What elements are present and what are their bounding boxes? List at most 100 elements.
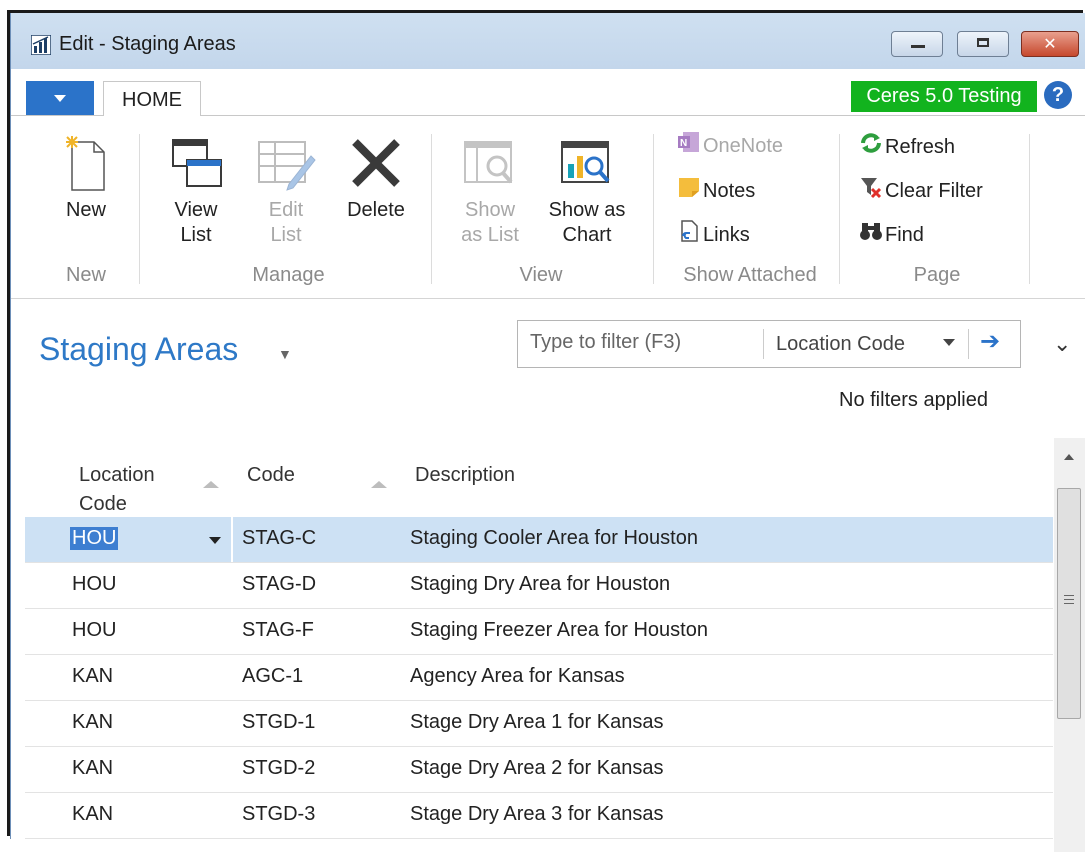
new-document-icon: [66, 136, 105, 191]
page-title[interactable]: Staging Areas: [39, 331, 238, 368]
tab-home-label: HOME: [122, 89, 182, 111]
cell-description[interactable]: Staging Cooler Area for Houston: [410, 527, 698, 550]
edit-list-label-line2: List: [270, 224, 302, 246]
clear-filter-button[interactable]: Clear Filter: [857, 175, 983, 205]
close-icon: ✕: [1043, 36, 1057, 53]
refresh-label: Refresh: [885, 135, 956, 158]
new-button[interactable]: New: [41, 134, 131, 223]
cell-code[interactable]: STGD-2: [242, 757, 315, 780]
cell-description[interactable]: Stage Dry Area 2 for Kansas: [410, 757, 663, 780]
onenote-label: OneNote: [703, 135, 784, 157]
links-label: Links: [703, 223, 750, 246]
table-row[interactable]: HOU STAG-F Staging Freezer Area for Hous…: [25, 609, 1053, 655]
table-row[interactable]: HOU STAG-C Staging Cooler Area for Houst…: [25, 517, 1053, 563]
delete-x-icon: [352, 139, 400, 187]
cell-code[interactable]: STGD-1: [242, 711, 315, 734]
show-as-list-button[interactable]: Show as List: [446, 134, 534, 248]
new-label: New: [65, 199, 106, 221]
clear-filter-label: Clear Filter: [885, 179, 983, 202]
cell-location-code[interactable]: HOU: [72, 573, 116, 596]
table-row[interactable]: KAN AGC-1 Agency Area for Kansas: [25, 655, 1053, 701]
column-header-line2: Code: [79, 493, 127, 515]
delete-button[interactable]: Delete: [336, 134, 416, 223]
notes-button[interactable]: Notes: [675, 175, 755, 205]
cell-location-code[interactable]: KAN: [72, 757, 113, 780]
group-label-page: Page: [913, 264, 961, 286]
scroll-up-arrow-icon[interactable]: [1064, 454, 1074, 460]
cell-description[interactable]: Staging Freezer Area for Houston: [410, 619, 708, 642]
collapse-chevron-icon[interactable]: ⌄: [1053, 331, 1071, 357]
app-chart-icon: [31, 35, 51, 55]
refresh-icon: [857, 131, 885, 164]
chevron-down-icon: [54, 95, 66, 102]
help-icon[interactable]: ?: [1044, 81, 1072, 109]
show-as-list-label-line2: as List: [461, 224, 519, 246]
cell-location-code[interactable]: KAN: [72, 803, 113, 826]
cell-description[interactable]: Staging Dry Area for Houston: [410, 573, 670, 596]
vertical-scrollbar[interactable]: [1054, 438, 1085, 852]
refresh-button[interactable]: Refresh: [857, 131, 955, 161]
group-label-view: View: [519, 264, 563, 286]
minimize-button[interactable]: [891, 31, 943, 57]
view-list-label-line2: List: [180, 224, 212, 246]
find-button[interactable]: Find: [857, 219, 924, 249]
tab-home[interactable]: HOME: [103, 81, 201, 116]
filter-field-select[interactable]: Location Code: [776, 333, 905, 356]
cell-description[interactable]: Stage Dry Area 3 for Kansas: [410, 803, 663, 826]
sticky-note-icon: [675, 175, 703, 208]
close-button[interactable]: ✕: [1021, 31, 1079, 57]
edit-list-label-line1: Edit: [268, 199, 304, 221]
chevron-down-icon[interactable]: [209, 537, 221, 544]
onenote-button[interactable]: N OneNote: [675, 131, 783, 161]
column-header-description[interactable]: Description: [415, 461, 515, 490]
svg-text:N: N: [680, 138, 687, 149]
ribbon-tab-strip: HOME Ceres 5.0 Testing ?: [11, 69, 1085, 116]
group-separator: [431, 134, 432, 284]
onenote-icon: N: [675, 131, 703, 162]
cell-location-code[interactable]: KAN: [72, 711, 113, 734]
column-header-location-code[interactable]: Location Code: [79, 461, 155, 519]
cell-code[interactable]: STGD-3: [242, 803, 315, 826]
column-header-line1: Code: [247, 464, 295, 486]
notes-label: Notes: [703, 179, 756, 202]
cell-code[interactable]: AGC-1: [242, 665, 303, 688]
window-title: Edit - Staging Areas: [59, 33, 236, 55]
show-as-list-label-line1: Show: [464, 199, 516, 221]
cell-location-code[interactable]: KAN: [72, 665, 113, 688]
view-list-label-line1: View: [174, 199, 218, 221]
links-button[interactable]: Links: [675, 219, 750, 249]
ribbon: New New View List Edit List Delete Manag…: [11, 116, 1085, 299]
cell-description[interactable]: Agency Area for Kansas: [410, 665, 625, 688]
minimize-icon: [911, 45, 925, 48]
cell-code[interactable]: STAG-C: [242, 527, 316, 550]
edit-list-button[interactable]: Edit List: [246, 134, 326, 248]
application-menu-button[interactable]: [26, 81, 94, 115]
title-bar: Edit - Staging Areas ✕: [11, 13, 1085, 69]
chevron-down-icon[interactable]: [943, 339, 955, 346]
cell-location-code[interactable]: HOU: [70, 527, 119, 550]
table-row[interactable]: KAN STGD-3 Stage Dry Area 3 for Kansas: [25, 793, 1053, 839]
find-label: Find: [885, 223, 924, 246]
sort-ascending-icon: [203, 481, 219, 488]
grip-line: [1064, 595, 1074, 596]
show-as-list-icon: [464, 141, 513, 184]
group-separator: [653, 134, 654, 284]
view-list-button[interactable]: View List: [156, 134, 236, 248]
arrow-right-icon[interactable]: ➔: [980, 327, 1000, 356]
show-as-chart-button[interactable]: Show as Chart: [539, 134, 635, 248]
chevron-down-icon[interactable]: ▼: [278, 346, 292, 362]
scrollbar-thumb[interactable]: [1057, 488, 1081, 719]
cell-code[interactable]: STAG-F: [242, 619, 314, 642]
table-row[interactable]: KAN STGD-2 Stage Dry Area 2 for Kansas: [25, 747, 1053, 793]
table-row[interactable]: KAN STGD-1 Stage Dry Area 1 for Kansas: [25, 701, 1053, 747]
cell-location-code[interactable]: HOU: [72, 619, 116, 642]
divider: [968, 329, 969, 359]
cell-description[interactable]: Stage Dry Area 1 for Kansas: [410, 711, 663, 734]
column-header-code[interactable]: Code: [247, 461, 295, 490]
link-document-icon: [675, 219, 703, 252]
maximize-button[interactable]: [957, 31, 1009, 57]
filter-search-input[interactable]: Type to filter (F3): [530, 331, 681, 354]
cell-code[interactable]: STAG-D: [242, 573, 316, 596]
table-row[interactable]: HOU STAG-D Staging Dry Area for Houston: [25, 563, 1053, 609]
column-header-line1: Description: [415, 464, 516, 486]
